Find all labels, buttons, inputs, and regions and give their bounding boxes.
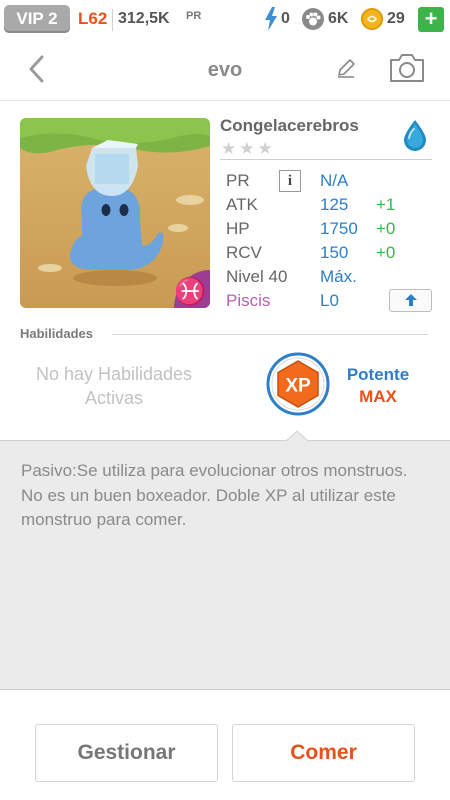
player-level: L62: [78, 9, 108, 28]
pr-amount: 312,5K: [118, 10, 170, 27]
eat-button[interactable]: Comer: [232, 724, 415, 782]
passive-ability-level: MAX: [359, 387, 397, 406]
abilities-divider: [112, 334, 428, 335]
zodiac-upgrade-button[interactable]: [389, 289, 432, 312]
description-pointer: [286, 430, 308, 442]
stat-bonus-hp: +0: [376, 219, 396, 238]
no-active-abilities-text: No hay Habilidades Activas: [35, 364, 193, 408]
coin-icon: [361, 8, 383, 30]
stat-value-hp: 1750: [320, 219, 358, 238]
stat-bonus-atk: +1: [376, 195, 396, 214]
monster-name: Congelacerebros: [220, 116, 359, 135]
arrow-up-icon: [404, 294, 417, 306]
stat-value-zodiac: L0: [320, 291, 339, 310]
stat-label-level: Nivel 40: [226, 267, 288, 286]
energy-icon: [265, 7, 277, 31]
stat-label-zodiac: Piscis: [226, 291, 271, 310]
pr-unit: PR: [186, 10, 202, 22]
abilities-heading: Habilidades: [20, 326, 93, 341]
xp-badge-label: XP: [285, 376, 311, 397]
edit-icon[interactable]: [334, 56, 358, 80]
stat-value-atk: 125: [320, 195, 349, 214]
name-divider: [220, 159, 432, 160]
passive-ability-name: Potente: [346, 365, 410, 384]
stat-label-rcv: RCV: [226, 243, 262, 262]
stat-value-level: Máx.: [320, 267, 357, 286]
passive-description: Pasivo:Se utiliza para evolucionar otros…: [21, 461, 408, 529]
page-title: evo: [207, 59, 243, 81]
info-icon[interactable]: i: [279, 170, 301, 192]
back-icon[interactable]: [22, 52, 52, 86]
status-divider: [112, 9, 113, 31]
stat-value-rcv: 150: [320, 243, 349, 262]
xp-hexagon-icon: XP: [266, 352, 330, 416]
energy-count: 0: [281, 10, 290, 27]
passive-ability-badge[interactable]: XP: [266, 352, 330, 416]
manage-button[interactable]: Gestionar: [35, 724, 218, 782]
water-drop-icon: [404, 120, 426, 151]
vip-badge[interactable]: VIP 2: [4, 5, 70, 33]
paw-icon: [302, 8, 324, 30]
stat-label-hp: HP: [226, 219, 250, 238]
stat-label-atk: ATK: [226, 195, 258, 214]
zodiac-badge: ♓: [174, 270, 210, 308]
stat-value-pr: N/A: [320, 171, 349, 190]
stat-label-pr: PR: [226, 171, 250, 190]
coin-count: 29: [387, 10, 405, 27]
star-rating: ★★★: [221, 139, 276, 158]
stat-bonus-rcv: +0: [376, 243, 396, 262]
paw-count: 6K: [328, 10, 349, 27]
camera-icon[interactable]: [388, 52, 426, 84]
add-currency-button[interactable]: +: [418, 7, 444, 32]
